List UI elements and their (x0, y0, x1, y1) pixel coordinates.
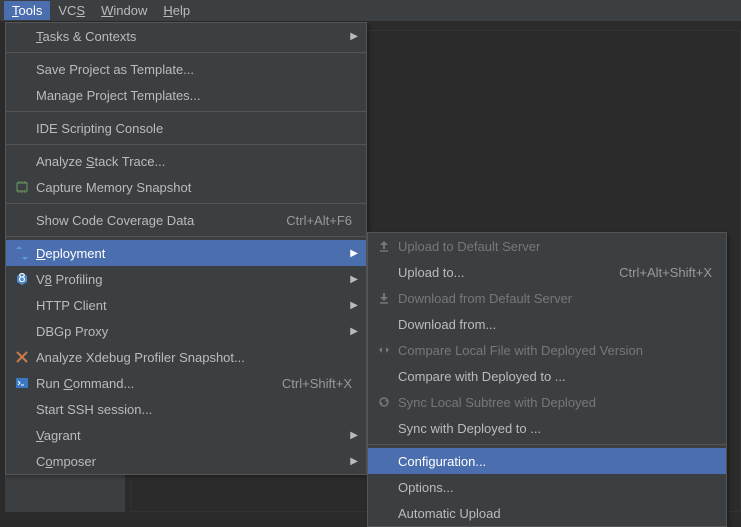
submenu-arrow-icon: ▶ (348, 300, 358, 311)
item-composer[interactable]: Composer ▶ (6, 448, 366, 474)
blank-icon (12, 120, 32, 136)
separator (6, 236, 366, 237)
label: Upload to... (394, 265, 619, 280)
svg-text:8: 8 (18, 271, 25, 285)
item-http-client[interactable]: HTTP Client ▶ (6, 292, 366, 318)
blank-icon (12, 297, 32, 313)
blank-icon (374, 479, 394, 495)
label: Configuration... (394, 454, 718, 469)
blank-icon (12, 61, 32, 77)
blank-icon (374, 420, 394, 436)
blank-icon (12, 153, 32, 169)
label: Download from Default Server (394, 291, 718, 306)
label: Compare with Deployed to ... (394, 369, 718, 384)
item-options[interactable]: Options... (368, 474, 726, 500)
item-vagrant[interactable]: Vagrant ▶ (6, 422, 366, 448)
item-sync-local[interactable]: Sync Local Subtree with Deployed (368, 389, 726, 415)
item-capture-memory[interactable]: Capture Memory Snapshot (6, 174, 366, 200)
label: Options... (394, 480, 718, 495)
v8-icon: 8 (12, 271, 32, 287)
item-ide-scripting[interactable]: IDE Scripting Console (6, 115, 366, 141)
separator (6, 52, 366, 53)
blank-icon (12, 401, 32, 417)
label: IDE Scripting Console (32, 121, 358, 136)
label: Show Code Coverage Data (32, 213, 286, 228)
blank-icon (12, 87, 32, 103)
label: Download from... (394, 317, 718, 332)
submenu-arrow-icon: ▶ (348, 456, 358, 467)
item-coverage[interactable]: Show Code Coverage Data Ctrl+Alt+F6 (6, 207, 366, 233)
item-v8-profiling[interactable]: 8 V8 Profiling ▶ (6, 266, 366, 292)
item-ssh[interactable]: Start SSH session... (6, 396, 366, 422)
shortcut: Ctrl+Alt+F6 (286, 213, 358, 228)
blank-icon (12, 323, 32, 339)
item-save-template[interactable]: Save Project as Template... (6, 56, 366, 82)
label: HTTP Client (32, 298, 348, 313)
blank-icon (374, 505, 394, 521)
label: Save Project as Template... (32, 62, 358, 77)
item-download-default[interactable]: Download from Default Server (368, 285, 726, 311)
blank-icon (12, 212, 32, 228)
separator (6, 144, 366, 145)
menu-help[interactable]: Help (155, 1, 198, 20)
gutter (5, 472, 125, 512)
blank-icon (374, 453, 394, 469)
submenu-arrow-icon: ▶ (348, 248, 358, 259)
shortcut: Ctrl+Alt+Shift+X (619, 265, 718, 280)
label: Automatic Upload (394, 506, 718, 521)
tools-dropdown: Tasks & Contexts ▶ Save Project as Templ… (5, 22, 367, 475)
blank-icon (12, 427, 32, 443)
download-icon (374, 290, 394, 306)
blank-icon (374, 264, 394, 280)
item-auto-upload[interactable]: Automatic Upload (368, 500, 726, 526)
blank-icon (374, 368, 394, 384)
sync-icon (374, 394, 394, 410)
item-configuration[interactable]: Configuration... (368, 448, 726, 474)
blank-icon (374, 316, 394, 332)
shortcut: Ctrl+Shift+X (282, 376, 358, 391)
xdebug-icon (12, 349, 32, 365)
item-xdebug[interactable]: Analyze Xdebug Profiler Snapshot... (6, 344, 366, 370)
item-tasks-contexts[interactable]: Tasks & Contexts ▶ (6, 23, 366, 49)
item-run-command[interactable]: Run Command... Ctrl+Shift+X (6, 370, 366, 396)
label: Sync Local Subtree with Deployed (394, 395, 718, 410)
separator (6, 111, 366, 112)
submenu-arrow-icon: ▶ (348, 274, 358, 285)
submenu-arrow-icon: ▶ (348, 31, 358, 42)
label: Upload to Default Server (394, 239, 718, 254)
terminal-icon (12, 375, 32, 391)
item-sync-deployed[interactable]: Sync with Deployed to ... (368, 415, 726, 441)
submenu-arrow-icon: ▶ (348, 326, 358, 337)
separator (368, 444, 726, 445)
blank-icon (12, 453, 32, 469)
item-analyze-stack[interactable]: Analyze Stack Trace... (6, 148, 366, 174)
item-dbgp-proxy[interactable]: DBGp Proxy ▶ (6, 318, 366, 344)
item-download-from[interactable]: Download from... (368, 311, 726, 337)
menu-tools[interactable]: Tools (4, 1, 50, 20)
label: Start SSH session... (32, 402, 358, 417)
memory-icon (12, 179, 32, 195)
deploy-icon (12, 245, 32, 261)
label: Manage Project Templates... (32, 88, 358, 103)
label: Compare Local File with Deployed Version (394, 343, 718, 358)
compare-icon (374, 342, 394, 358)
item-manage-templates[interactable]: Manage Project Templates... (6, 82, 366, 108)
label: Sync with Deployed to ... (394, 421, 718, 436)
menu-window[interactable]: Window (93, 1, 155, 20)
label: Capture Memory Snapshot (32, 180, 358, 195)
upload-icon (374, 238, 394, 254)
item-upload-default[interactable]: Upload to Default Server (368, 233, 726, 259)
submenu-arrow-icon: ▶ (348, 430, 358, 441)
item-compare-local[interactable]: Compare Local File with Deployed Version (368, 337, 726, 363)
menu-vcs[interactable]: VCS (50, 1, 93, 20)
item-upload-to[interactable]: Upload to... Ctrl+Alt+Shift+X (368, 259, 726, 285)
deployment-submenu: Upload to Default Server Upload to... Ct… (367, 232, 727, 527)
separator (6, 203, 366, 204)
item-compare-deployed[interactable]: Compare with Deployed to ... (368, 363, 726, 389)
menubar: Tools VCS Window Help (0, 0, 741, 22)
item-deployment[interactable]: Deployment ▶ (6, 240, 366, 266)
label: Analyze Xdebug Profiler Snapshot... (32, 350, 358, 365)
label: DBGp Proxy (32, 324, 348, 339)
blank-icon (12, 28, 32, 44)
